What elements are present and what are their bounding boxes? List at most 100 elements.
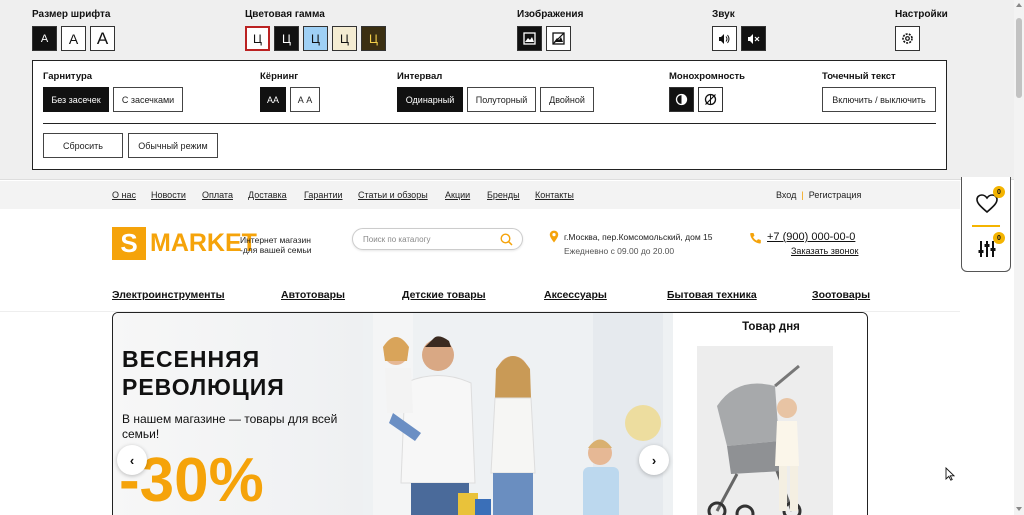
- nav-link-promotions[interactable]: Акции: [445, 190, 470, 200]
- search-input[interactable]: [363, 233, 493, 246]
- images-on-button[interactable]: [517, 26, 542, 51]
- tagline-line-1: Интернет магазин: [240, 235, 311, 245]
- interval-label: Интервал: [397, 71, 443, 82]
- image-icon: [523, 32, 536, 45]
- typeface-group: Гарнитура Без засечек С засечками: [43, 71, 183, 112]
- scroll-up-arrow-icon[interactable]: [1016, 3, 1022, 7]
- login-link[interactable]: Вход: [776, 190, 796, 200]
- category-accessories[interactable]: Аксессуары: [544, 289, 607, 301]
- register-link[interactable]: Регистрация: [809, 190, 862, 200]
- dot-text-group: Точечный текст Включить / выключить: [822, 71, 936, 112]
- search-box: [352, 228, 523, 250]
- chevron-right-icon: ›: [651, 452, 657, 468]
- phone-icon: [750, 233, 761, 244]
- images-off-button[interactable]: [546, 26, 571, 51]
- hero-title-line-1: ВЕСЕННЯЯ: [122, 346, 261, 372]
- monochrome-group: Монохромность: [669, 71, 745, 112]
- monochrome-on-button[interactable]: [669, 87, 694, 112]
- scroll-thumb[interactable]: [1016, 18, 1022, 98]
- contrast-off-icon: [704, 93, 717, 106]
- monochrome-off-button[interactable]: [698, 87, 723, 112]
- accessibility-panel: Размер шрифта A A A Цветовая гамма Ц Ц Ц…: [0, 0, 1014, 180]
- interval-group: Интервал Одинарный Полуторный Двойной: [397, 71, 594, 112]
- font-size-group: Размер шрифта A A A: [32, 9, 115, 51]
- logo-mark[interactable]: S: [112, 227, 146, 260]
- category-pets[interactable]: Зоотовары: [812, 289, 870, 301]
- auth-separator: |: [801, 190, 804, 200]
- hero-subtitle: В нашем магазине — товары для всей семьи…: [122, 412, 338, 441]
- kerning-group: Кёрнинг АА А А: [260, 71, 320, 112]
- carousel-prev-button[interactable]: ‹: [117, 445, 147, 475]
- category-appliances[interactable]: Бытовая техника: [667, 289, 757, 301]
- settings-label: Настройки: [895, 9, 948, 20]
- gear-icon: [902, 33, 913, 44]
- images-label: Изображения: [517, 9, 584, 20]
- settings-button[interactable]: [895, 26, 920, 51]
- category-navigation: Электроинструменты Автотовары Детские то…: [0, 278, 960, 312]
- nav-link-delivery[interactable]: Доставка: [248, 190, 287, 200]
- carousel-next-button[interactable]: ›: [639, 445, 669, 475]
- nav-link-payment[interactable]: Оплата: [202, 190, 233, 200]
- stroller-image: [697, 346, 833, 515]
- interval-single-button[interactable]: Одинарный: [397, 87, 463, 112]
- interval-one-and-half-button[interactable]: Полуторный: [467, 87, 536, 112]
- color-brown-button[interactable]: Ц: [361, 26, 386, 51]
- font-size-small-button[interactable]: A: [32, 26, 57, 51]
- sound-label: Звук: [712, 9, 735, 20]
- top-navigation: О нас Новости Оплата Доставка Гарантии С…: [0, 181, 960, 209]
- color-blue-button[interactable]: Ц: [303, 26, 328, 51]
- kerning-normal-button[interactable]: АА: [260, 87, 286, 112]
- interval-double-button[interactable]: Двойной: [540, 87, 594, 112]
- font-size-label: Размер шрифта: [32, 9, 111, 20]
- favorites-count-badge: 0: [993, 186, 1005, 198]
- settings-group: Настройки: [895, 9, 948, 51]
- serif-button[interactable]: С засечками: [113, 87, 183, 112]
- sans-serif-button[interactable]: Без засечек: [43, 87, 109, 112]
- sound-on-button[interactable]: [712, 26, 737, 51]
- normal-mode-button[interactable]: Обычный режим: [128, 133, 218, 158]
- typeface-label: Гарнитура: [43, 71, 93, 82]
- contrast-icon: [675, 93, 688, 106]
- tagline-line-2: -для вашей семьи: [240, 245, 312, 255]
- phone-number-link[interactable]: +7 (900) 000-00-0: [767, 231, 855, 243]
- category-auto[interactable]: Автотовары: [281, 289, 345, 301]
- color-beige-button[interactable]: Ц: [332, 26, 357, 51]
- floating-divider: [972, 225, 1000, 227]
- dot-text-label: Точечный текст: [822, 71, 896, 82]
- dot-text-toggle-button[interactable]: Включить / выключить: [822, 87, 936, 112]
- monochrome-label: Монохромность: [669, 71, 746, 82]
- compare-count-badge: 0: [993, 232, 1005, 244]
- category-power-tools[interactable]: Электроинструменты: [112, 289, 225, 301]
- kerning-wide-button[interactable]: А А: [290, 87, 320, 112]
- hero-title: ВЕСЕННЯЯ РЕВОЛЮЦИЯ: [122, 345, 285, 401]
- nav-link-contacts[interactable]: Контакты: [535, 190, 574, 200]
- deal-of-day: Товар дня: [674, 313, 867, 515]
- nav-link-about[interactable]: О нас: [112, 190, 136, 200]
- page-scrollbar[interactable]: [1014, 0, 1024, 515]
- color-scheme-label: Цветовая гамма: [245, 9, 325, 20]
- font-size-medium-button[interactable]: A: [61, 26, 86, 51]
- deal-product-image[interactable]: [697, 346, 833, 515]
- sound-off-button[interactable]: [741, 26, 766, 51]
- floating-panel: 0 0: [961, 177, 1011, 272]
- nav-link-guarantees[interactable]: Гарантии: [304, 190, 343, 200]
- tagline: Интернет магазин -для вашей семьи: [240, 235, 312, 255]
- auth-links: Вход | Регистрация: [776, 190, 861, 200]
- hero-slide[interactable]: ВЕСЕННЯЯ РЕВОЛЮЦИЯ В нашем магазине — то…: [113, 313, 673, 515]
- image-off-icon: [552, 32, 565, 45]
- nav-link-brands[interactable]: Бренды: [487, 190, 520, 200]
- settings-divider: [43, 123, 936, 124]
- search-icon[interactable]: [500, 233, 513, 246]
- store-hours: Ежедневно с 09.00 до 20.00: [564, 246, 675, 256]
- category-kids[interactable]: Детские товары: [402, 289, 486, 301]
- color-black-button[interactable]: Ц: [274, 26, 299, 51]
- nav-link-articles[interactable]: Статьи и обзоры: [358, 190, 428, 200]
- nav-link-news[interactable]: Новости: [151, 190, 186, 200]
- font-size-large-button[interactable]: A: [90, 26, 115, 51]
- callback-link[interactable]: Заказать звонок: [791, 246, 858, 256]
- scroll-down-arrow-icon[interactable]: [1016, 507, 1022, 511]
- reset-button[interactable]: Сбросить: [43, 133, 123, 158]
- settings-box: Гарнитура Без засечек С засечками Кёрнин…: [32, 60, 947, 170]
- color-white-button[interactable]: Ц: [245, 26, 270, 51]
- sound-group: Звук: [712, 9, 766, 51]
